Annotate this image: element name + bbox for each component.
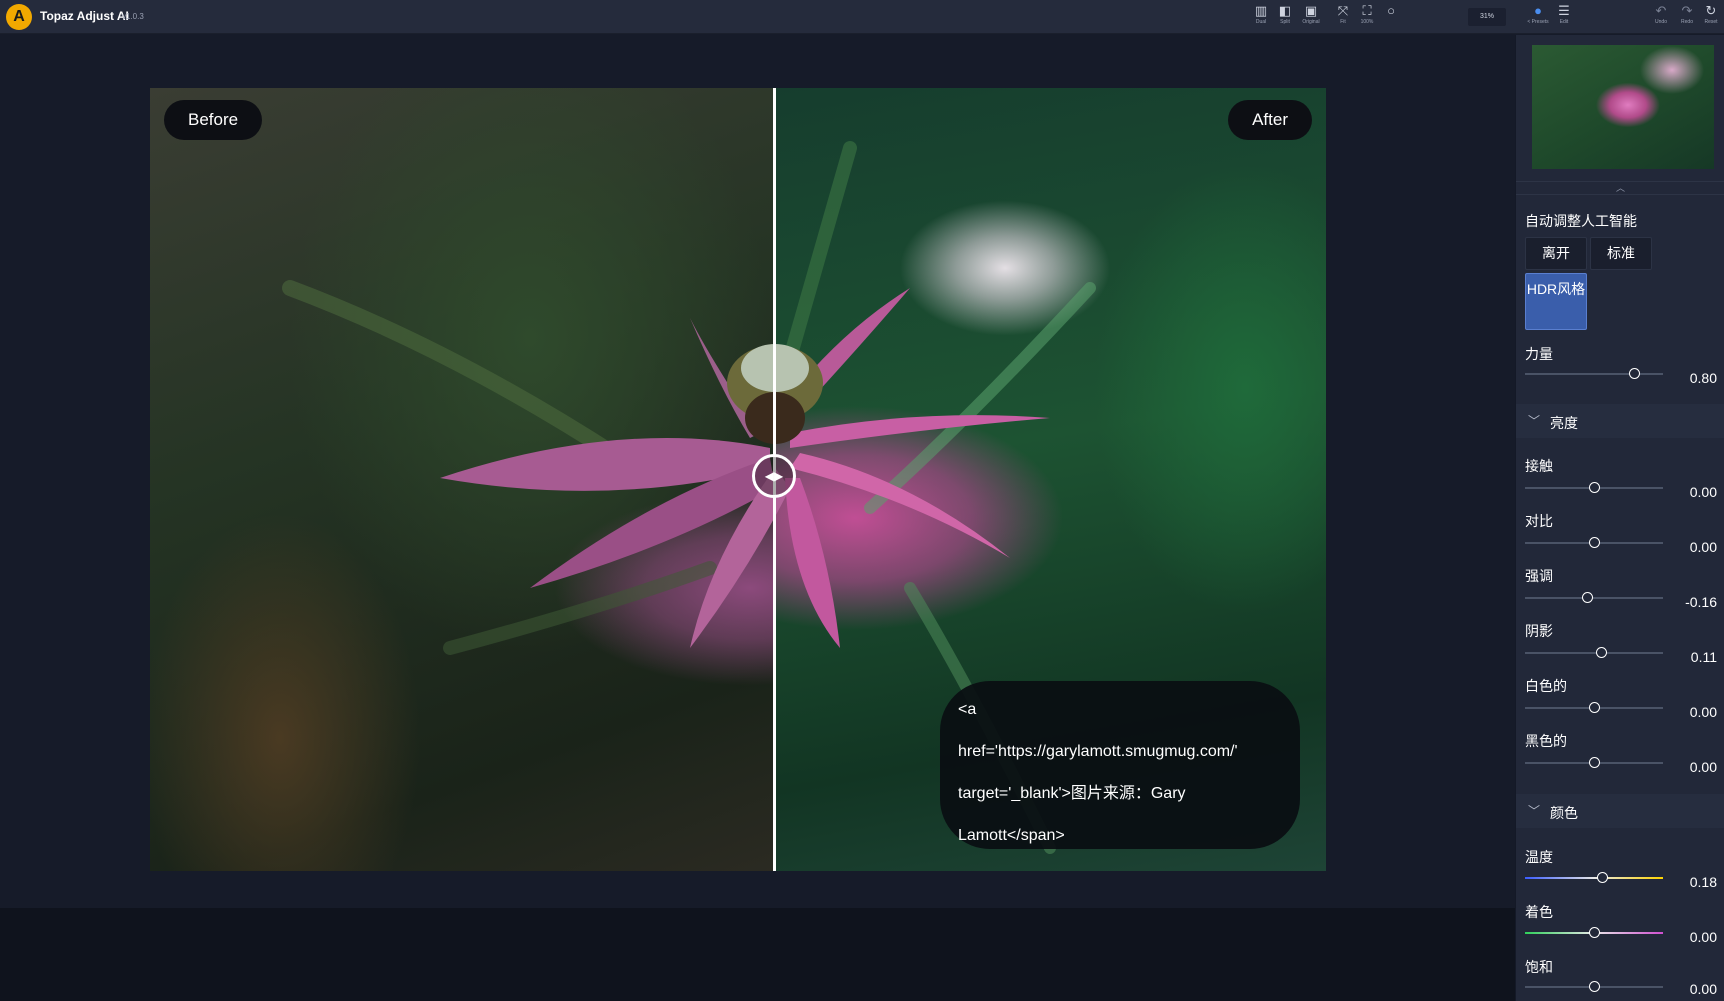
strength-value[interactable]: 0.80 [1677,368,1717,389]
edit-button[interactable]: ☰ Edit [1553,3,1575,29]
highlights-value[interactable]: -0.16 [1677,592,1717,613]
tint-slider-thumb[interactable] [1589,927,1600,938]
mode-standard-button[interactable]: 标准 [1590,237,1652,270]
app-window: A Topaz Adjust AI v1.0.3 ▥ Dual ◧ Split … [0,0,1724,1001]
strength-label: 力量 [1525,346,1553,362]
brightness-title: 亮度 [1550,415,1578,431]
contrast-slider-thumb[interactable] [1589,537,1600,548]
image-preview[interactable]: ◀▶ Before After <a href='https://garylam… [150,88,1326,871]
app-version: v1.0.3 [122,12,144,21]
highlights-slider-track[interactable] [1525,597,1663,599]
temperature-value[interactable]: 0.18 [1677,872,1717,893]
temperature-label: 温度 [1525,849,1553,865]
saturation-label: 饱和 [1525,959,1553,975]
before-label: Before [164,100,263,140]
undo-button[interactable]: ↶ Undo [1650,3,1672,29]
reset-icon: ↻ [1705,3,1717,18]
chevron-down-icon: ﹀ [1528,414,1541,428]
color-section-header[interactable]: ﹀ 颜色 [1516,794,1724,828]
split-view-button[interactable]: ◧ Split [1274,3,1296,29]
flower-petals [440,288,1050,648]
bottom-strip [0,908,1515,1001]
contrast-label: 对比 [1525,513,1553,529]
blacks-value[interactable]: 0.00 [1677,757,1717,778]
image-credit-caption: <a href='https://garylamott.smugmug.com/… [940,681,1300,849]
whites-slider-thumb[interactable] [1589,702,1600,713]
shadows-label: 阴影 [1525,623,1553,639]
presets-icon: ● [1534,3,1542,18]
topaz-logo-icon: A [6,4,32,30]
after-label: After [1228,100,1312,140]
undo-icon: ↶ [1655,3,1667,18]
actual-size-icon: ⛶ [1362,3,1372,18]
fit-button[interactable]: ⤧ Fit [1332,3,1354,29]
fit-icon: ⤧ [1337,3,1349,18]
reset-button[interactable]: ↻ Reset [1700,3,1722,29]
app-title: Topaz Adjust AI [40,9,129,23]
shadows-slider-thumb[interactable] [1596,647,1607,658]
blacks-slider-thumb[interactable] [1589,757,1600,768]
brightness-section-header[interactable]: ﹀ 亮度 [1516,404,1724,438]
redo-button[interactable]: ↷ Redo [1676,3,1698,29]
navigator-button[interactable]: ○ [1380,3,1402,29]
strength-slider-track[interactable] [1525,373,1663,375]
top-toolbar: A Topaz Adjust AI v1.0.3 ▥ Dual ◧ Split … [0,0,1724,34]
original-view-button[interactable]: ▣ Original [1300,3,1322,29]
blacks-label: 黑色的 [1525,733,1567,749]
whites-label: 白色的 [1525,678,1567,694]
shadows-value[interactable]: 0.11 [1677,647,1717,668]
zoom-level-field[interactable]: 31% [1468,8,1506,26]
exposure-slider-thumb[interactable] [1589,482,1600,493]
shadows-slider-track[interactable] [1525,652,1663,654]
exposure-value[interactable]: 0.00 [1677,482,1717,503]
tint-value[interactable]: 0.00 [1677,927,1717,948]
contrast-value[interactable]: 0.00 [1677,537,1717,558]
mode-hdr-button[interactable]: HDR风格 [1525,273,1587,330]
adjustments-panel: ︿ 自动调整人工智能 离开 标准 HDR风格 力量 0.80 ﹀ 亮度 接触 0… [1515,35,1724,1001]
actual-size-button[interactable]: ⛶ 100% [1356,3,1378,29]
original-image-icon: ▣ [1304,3,1318,18]
mode-off-button[interactable]: 离开 [1525,237,1587,270]
color-title: 颜色 [1550,805,1578,821]
split-handle-arrows-icon[interactable]: ◀▶ [752,454,796,498]
saturation-value[interactable]: 0.00 [1677,979,1717,1000]
highlights-slider-thumb[interactable] [1582,592,1593,603]
circle-icon: ○ [1387,3,1395,18]
highlights-label: 强调 [1525,568,1553,584]
split-view-icon: ◧ [1278,3,1292,18]
presets-button[interactable]: ● < Presets [1524,3,1552,29]
auto-adjust-ai-title: 自动调整人工智能 [1525,213,1637,229]
navigator-thumbnail[interactable] [1532,45,1714,169]
chevron-up-icon[interactable]: ︿ [1516,181,1724,195]
exposure-label: 接触 [1525,458,1553,474]
caption-text: <a href='https://garylamott.smugmug.com/… [958,701,1238,844]
whites-value[interactable]: 0.00 [1677,702,1717,723]
edit-icon: ☰ [1558,3,1570,18]
temperature-slider-track[interactable] [1525,877,1663,879]
dual-view-icon: ▥ [1254,3,1268,18]
tint-label: 着色 [1525,904,1553,920]
dual-view-button[interactable]: ▥ Dual [1250,3,1272,29]
chevron-down-icon: ﹀ [1528,804,1541,818]
saturation-slider-thumb[interactable] [1589,981,1600,992]
temperature-slider-thumb[interactable] [1597,872,1608,883]
redo-icon: ↷ [1681,3,1693,18]
strength-slider-thumb[interactable] [1629,368,1640,379]
